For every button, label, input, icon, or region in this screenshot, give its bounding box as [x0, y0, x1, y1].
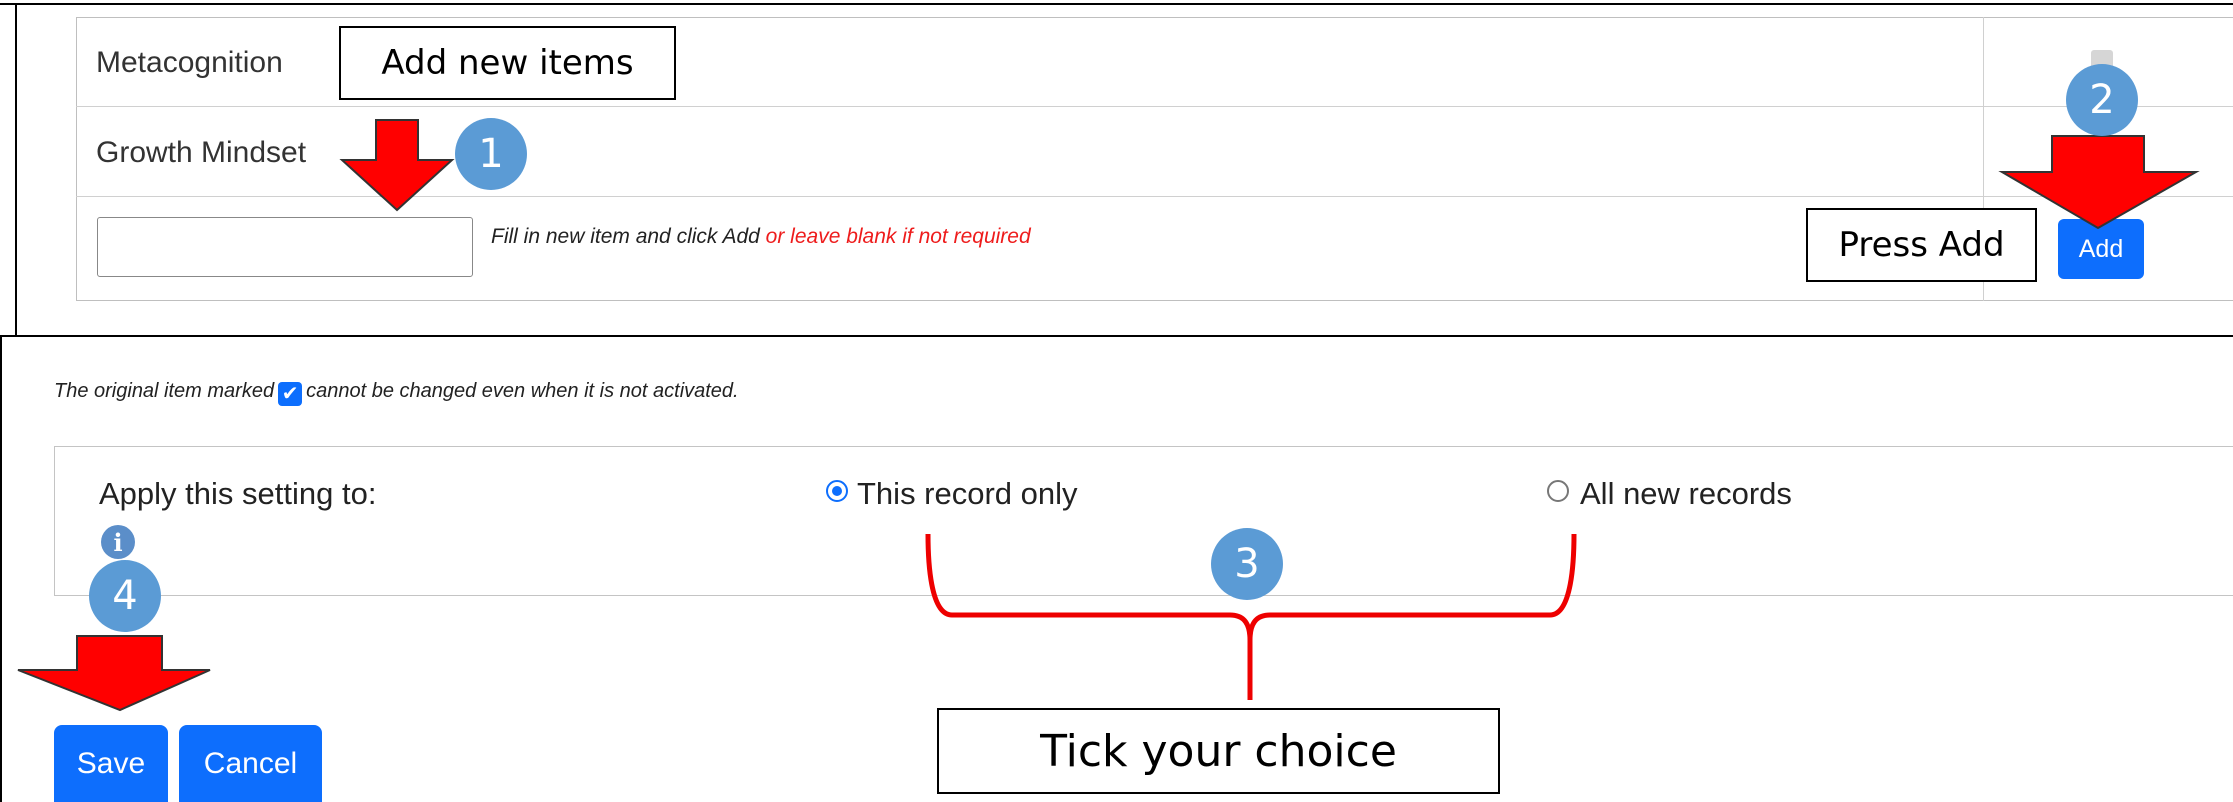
callout-add-new-items: Add new items	[339, 26, 676, 100]
callout-press-add: Press Add	[1806, 208, 2037, 282]
callout-tick-your-choice: Tick your choice	[937, 708, 1500, 794]
annotation-layer	[17, 119, 2200, 712]
red-arrow-1	[339, 119, 455, 212]
step-badge-3: 3	[1211, 528, 1283, 600]
step-badge-1: 1	[455, 118, 527, 190]
red-arrow-4	[17, 635, 211, 712]
step-badge-2: 2	[2066, 64, 2138, 136]
step-badge-4: 4	[89, 560, 161, 632]
